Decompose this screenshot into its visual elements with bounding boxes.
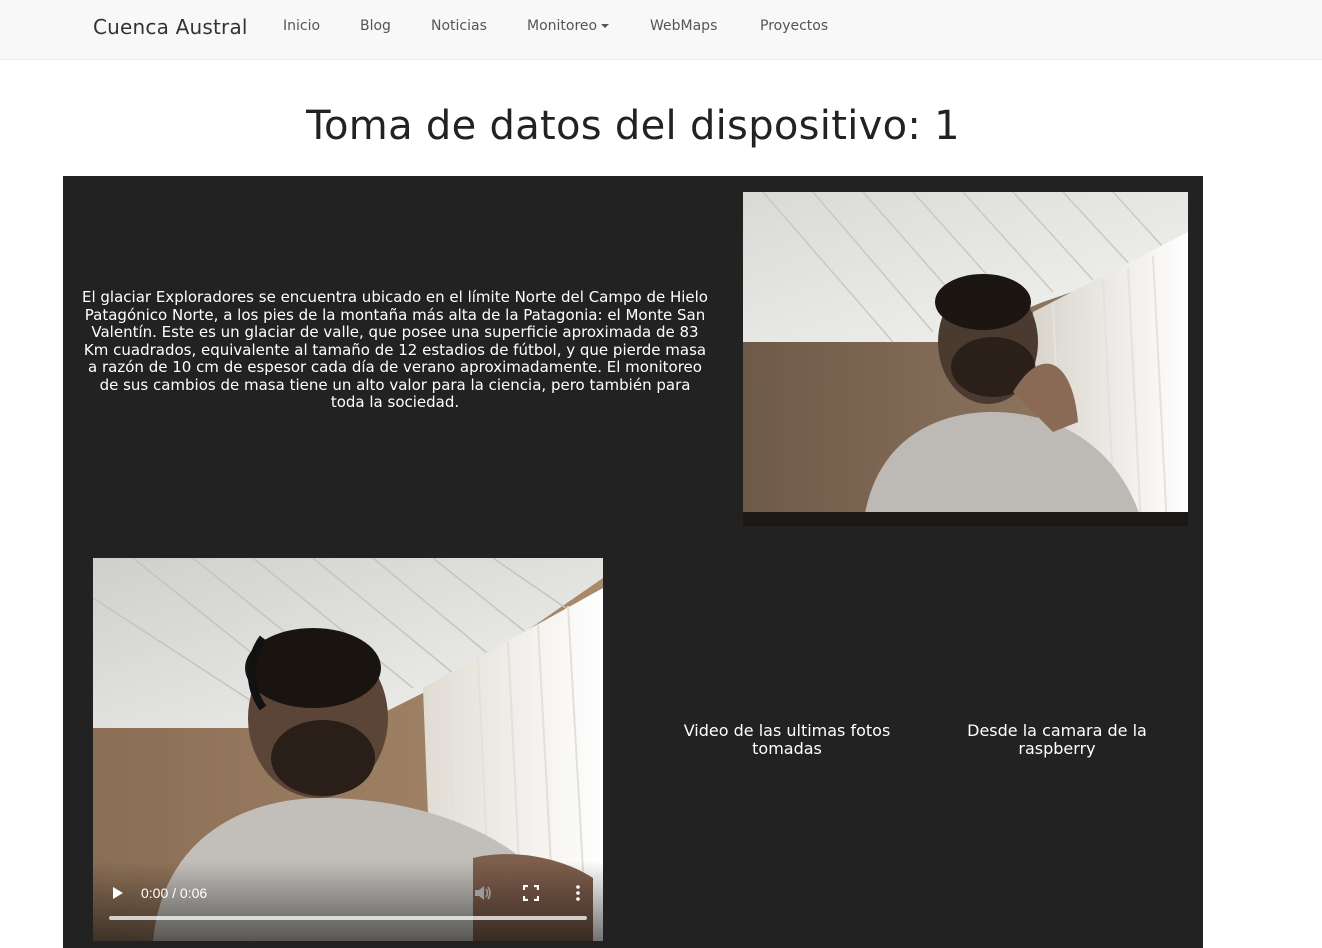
fullscreen-icon[interactable]: [523, 885, 539, 901]
nav-item-monitoreo[interactable]: Monitoreo: [527, 18, 610, 34]
caret-down-icon: [601, 24, 610, 28]
more-options-icon[interactable]: [573, 884, 583, 902]
video-progress-bar[interactable]: [109, 916, 587, 920]
video-controls-bar: [93, 861, 603, 941]
video-caption: Video de las ultimas fotos tomadas: [683, 721, 891, 758]
nav-item-blog[interactable]: Blog: [360, 18, 391, 34]
brand-link[interactable]: Cuenca Austral: [93, 15, 248, 39]
photos-video-player[interactable]: 0:00 / 0:06: [93, 558, 603, 941]
page-title: Toma de datos del dispositivo: 1: [306, 103, 960, 149]
volume-icon[interactable]: [473, 884, 493, 902]
latest-photo-image: [743, 192, 1188, 526]
nav-item-inicio[interactable]: Inicio: [283, 18, 320, 34]
nav-item-noticias[interactable]: Noticias: [431, 18, 487, 34]
navbar: Cuenca Austral Inicio Blog Noticias Moni…: [0, 0, 1322, 60]
video-time: 0:00 / 0:06: [141, 885, 208, 901]
latest-photo: [743, 192, 1188, 526]
play-icon[interactable]: [111, 886, 125, 900]
glacier-description: El glaciar Exploradores se encuentra ubi…: [82, 288, 708, 411]
nav-item-webmaps[interactable]: WebMaps: [650, 18, 717, 34]
nav-item-proyectos[interactable]: Proyectos: [760, 18, 828, 34]
nav-item-monitoreo-label: Monitoreo: [527, 18, 598, 34]
camera-caption: Desde la camara de la raspberry: [967, 721, 1147, 758]
